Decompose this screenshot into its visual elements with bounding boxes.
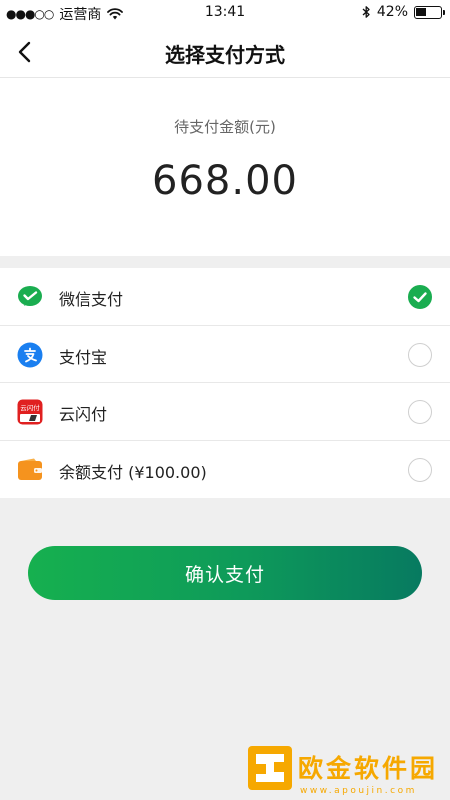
radio-unselected[interactable] <box>408 400 432 424</box>
wechat-pay-icon <box>17 284 43 310</box>
battery-level <box>416 7 426 16</box>
payment-option-label: 微信支付 <box>59 290 124 309</box>
wallet-icon <box>17 457 43 483</box>
payment-option-label: 支付宝 <box>59 347 108 367</box>
bluetooth-icon <box>362 6 370 18</box>
confirm-payment-button[interactable]: 确认支付 <box>28 546 422 600</box>
nav-bar: 选择支付方式 <box>0 26 450 78</box>
battery-percent: 42% <box>376 4 408 20</box>
payment-method-list: 微信支付 支付宝 云闪付 云闪付 余额支付 (¥100.00) <box>0 268 450 498</box>
radio-selected[interactable] <box>408 285 432 309</box>
status-right: 42% <box>362 4 445 20</box>
page-title: 选择支付方式 <box>165 43 285 67</box>
payment-option-unionpay[interactable]: 云闪付 云闪付 <box>0 383 450 441</box>
checkmark-icon <box>413 292 427 303</box>
alipay-icon <box>17 342 43 368</box>
svg-text:欧金软件园: 欧金软件园 <box>298 754 438 783</box>
amount-value: 668.00 <box>152 158 298 204</box>
svg-text:www.apoujin.com: www.apoujin.com <box>300 786 417 796</box>
payment-option-label: 云闪付 <box>59 405 108 424</box>
status-bar: ●●●○○ 运营商 13:41 42% <box>0 0 450 26</box>
radio-unselected[interactable] <box>408 342 432 367</box>
payment-option-alipay[interactable]: 支付宝 <box>0 326 450 383</box>
payment-option-wechat[interactable]: 微信支付 <box>0 268 450 326</box>
payment-option-balance[interactable]: 余额支付 (¥100.00) <box>0 441 450 499</box>
radio-unselected[interactable] <box>408 457 432 482</box>
unionpay-quickpass-icon: 云闪付 <box>17 399 43 425</box>
amount-panel: 待支付金额(元) 668.00 <box>0 78 450 256</box>
battery-icon <box>414 5 445 19</box>
unionpay-icon-text: 云闪付 <box>20 403 40 412</box>
amount-label: 待支付金额(元) <box>174 118 276 136</box>
site-watermark-logo: 欧金软件园 www.apoujin.com <box>248 746 438 796</box>
payment-option-label: 余额支付 (¥100.00) <box>59 462 207 482</box>
